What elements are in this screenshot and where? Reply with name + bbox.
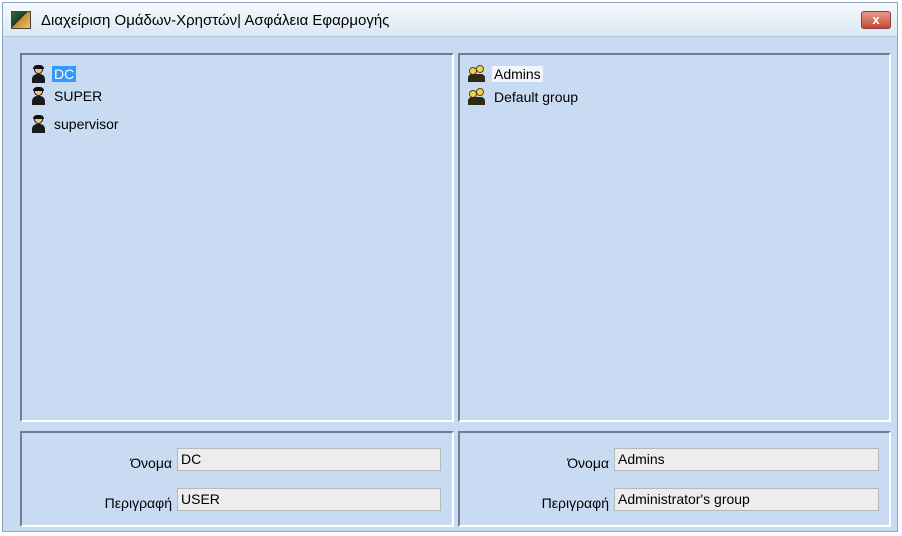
close-icon: x bbox=[872, 12, 880, 27]
group-label: Admins bbox=[492, 66, 543, 82]
user-name-field[interactable]: DC bbox=[177, 448, 441, 471]
group-list-item-admins[interactable]: Admins bbox=[468, 63, 543, 85]
user-list-item-supervisor[interactable]: supervisor bbox=[30, 113, 121, 135]
group-label: Default group bbox=[494, 89, 579, 105]
group-icon bbox=[468, 88, 486, 106]
close-button[interactable]: x bbox=[861, 11, 891, 29]
group-name-label: Όνομα bbox=[567, 455, 609, 471]
group-list-item-default-group[interactable]: Default group bbox=[468, 86, 580, 108]
groups-list[interactable]: Admins Default group bbox=[458, 53, 891, 422]
title-bar[interactable]: Διαχείριση Ομάδων-Χρηστών| Ασφάλεια Εφαρ… bbox=[3, 3, 897, 37]
user-icon bbox=[30, 65, 46, 83]
group-description-label: Περιγραφή bbox=[541, 495, 609, 511]
window-title: Διαχείριση Ομάδων-Χρηστών| Ασφάλεια Εφαρ… bbox=[41, 12, 390, 29]
user-group-management-window: Διαχείριση Ομάδων-Χρηστών| Ασφάλεια Εφαρ… bbox=[2, 2, 898, 532]
application-icon bbox=[11, 11, 31, 29]
user-label: SUPER bbox=[54, 88, 103, 104]
user-description-field[interactable]: USER bbox=[177, 488, 441, 511]
users-list[interactable]: DC SUPER supervisor bbox=[20, 53, 454, 422]
user-icon bbox=[30, 87, 46, 105]
user-details-panel: Όνομα DC Περιγραφή USER bbox=[20, 431, 454, 527]
user-name-label: Όνομα bbox=[130, 455, 172, 471]
group-icon bbox=[468, 65, 486, 83]
user-label: DC bbox=[52, 66, 77, 82]
group-name-field[interactable]: Admins bbox=[614, 448, 879, 471]
user-list-item-dc[interactable]: DC bbox=[30, 63, 77, 85]
group-details-panel: Όνομα Admins Περιγραφή Administrator's g… bbox=[458, 431, 891, 527]
user-description-label: Περιγραφή bbox=[104, 495, 172, 511]
user-label: supervisor bbox=[54, 116, 119, 132]
user-list-item-super[interactable]: SUPER bbox=[30, 85, 104, 107]
group-description-field[interactable]: Administrator's group bbox=[614, 488, 879, 511]
user-icon bbox=[30, 115, 46, 133]
